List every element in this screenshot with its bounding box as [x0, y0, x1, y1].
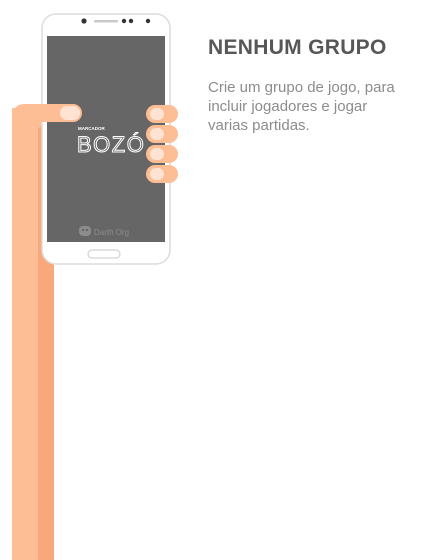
thumb-nail: [60, 106, 80, 120]
brand-footer-label: Darth Org: [94, 228, 129, 237]
finger-nail: [150, 148, 164, 160]
finger-nail: [150, 168, 164, 180]
sensor-dot: [128, 18, 134, 24]
thumb: [28, 104, 82, 122]
sensor-dot: [145, 18, 151, 24]
speaker-grille: [94, 20, 118, 23]
empty-state-title: NENHUM GRUPO: [208, 36, 387, 59]
brand-icon: [79, 226, 91, 236]
finger-nail: [150, 108, 164, 120]
finger-nail: [150, 128, 164, 140]
empty-state-message: Crie um grupo de jogo, para incluir joga…: [208, 79, 395, 134]
splash-logo-small: MARCADOR: [78, 126, 105, 131]
splash-logo-big: BOZÓ: [77, 132, 145, 157]
sensor-dot: [121, 18, 127, 24]
camera-icon: [81, 18, 87, 24]
phone-hand-illustration: MARCADOR BOZÓ Darth Org: [12, 13, 178, 560]
brand-footer: Darth Org: [79, 226, 129, 237]
